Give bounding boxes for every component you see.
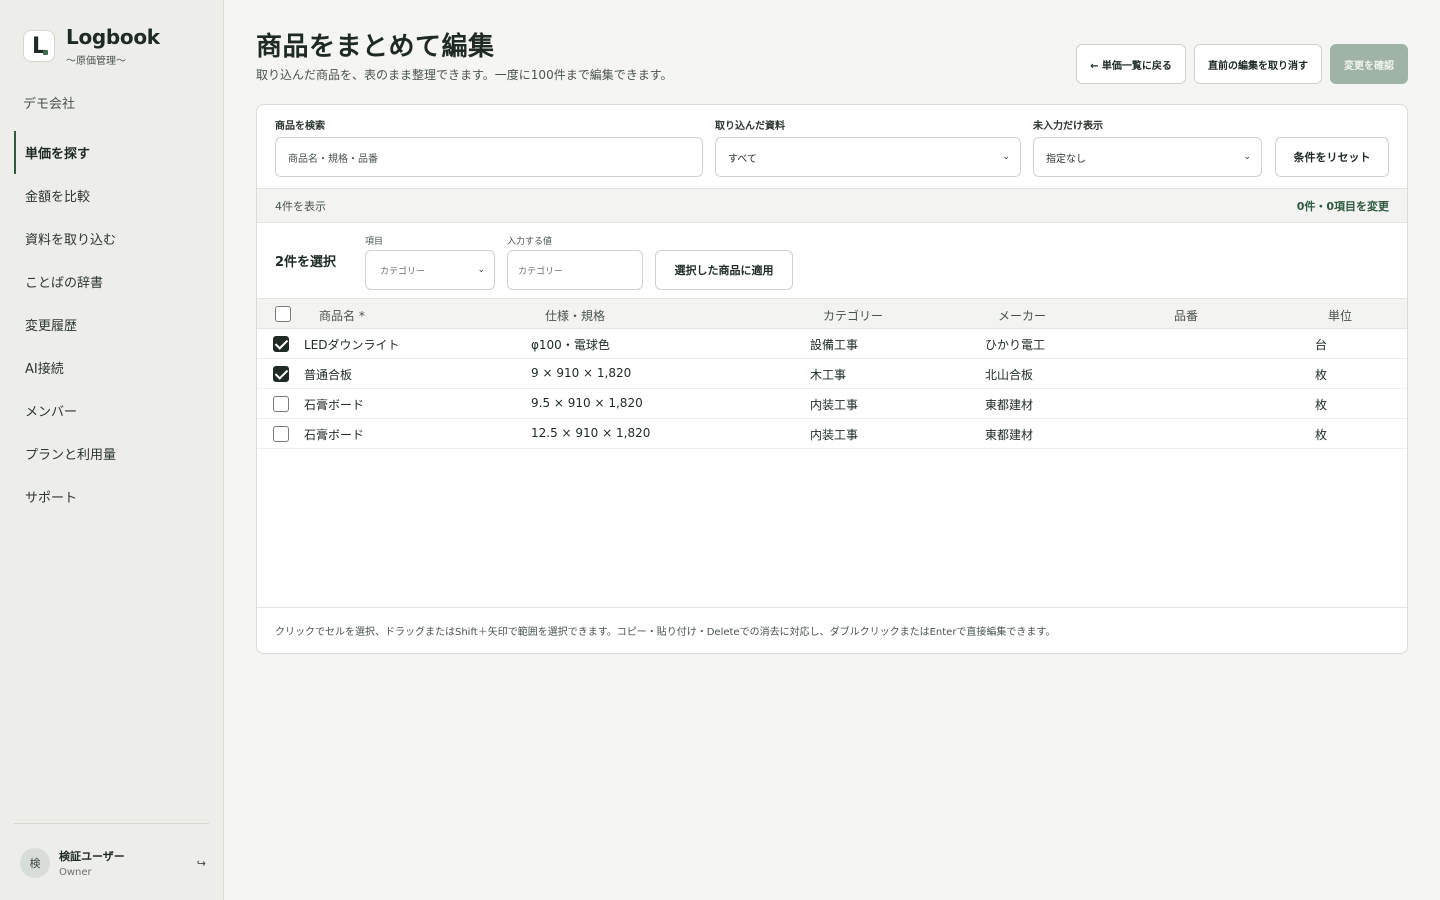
row-checkbox[interactable] <box>273 396 289 412</box>
sidebar-divider <box>14 823 209 824</box>
user-menu[interactable]: 検 検証ユーザー Owner ↪ <box>20 848 206 878</box>
col-header-unit[interactable]: 単位 <box>1328 307 1352 324</box>
confirm-changes-button[interactable]: 変更を確認 <box>1330 44 1408 84</box>
sidebar-item-compare[interactable]: 金額を比較 <box>14 174 210 217</box>
col-header-part-no[interactable]: 品番 <box>1174 307 1198 324</box>
keyboard-hint: クリックでセルを選択、ドラッグまたはShift＋矢印で範囲を選択できます。コピー… <box>257 607 1407 653</box>
sidebar: L Logbook 〜原価管理〜 デモ会社 単価を探す 金額を比較 資料を取り込… <box>0 0 224 900</box>
change-count: 0件・0項目を変更 <box>1296 199 1389 213</box>
search-label: 商品を検索 <box>275 121 325 132</box>
cell-spec[interactable]: 12.5 × 910 × 1,820 <box>531 426 650 440</box>
sidebar-item-ai[interactable]: AI接続 <box>14 346 210 389</box>
col-header-name[interactable]: 商品名 * <box>319 307 365 324</box>
app-subtitle: 〜原価管理〜 <box>66 56 126 67</box>
cell-maker[interactable]: 東都建材 <box>985 426 1033 443</box>
cell-name[interactable]: 普通合板 <box>304 366 352 383</box>
sidebar-item-import[interactable]: 資料を取り込む <box>14 217 210 260</box>
chevron-down-icon: ⌄ <box>477 265 485 275</box>
bulk-apply-bar: 2件を選択 項目 カテゴリー ⌄ 入力する値 カテゴリー 選択した商品に適用 <box>257 223 1407 299</box>
table-row[interactable]: 石膏ボード 9.5 × 910 × 1,820 内装工事 東都建材 枚 <box>257 389 1407 419</box>
row-checkbox[interactable] <box>273 366 289 382</box>
select-all-checkbox[interactable] <box>275 306 291 322</box>
sidebar-item-dictionary[interactable]: ことばの辞書 <box>14 260 210 303</box>
header-actions: ← 単価一覧に戻る 直前の編集を取り消す 変更を確認 <box>1076 44 1408 84</box>
logo-mark-icon: L <box>23 30 55 62</box>
cell-unit[interactable]: 台 <box>1315 336 1327 353</box>
value-label: 入力する値 <box>507 237 553 247</box>
sidebar-item-history[interactable]: 変更履歴 <box>14 303 210 346</box>
cell-category[interactable]: 木工事 <box>810 366 846 383</box>
user-role: Owner <box>59 867 92 878</box>
field-select-value: カテゴリー <box>380 266 426 277</box>
chevron-down-icon: ⌄ <box>1002 152 1010 162</box>
value-input[interactable]: カテゴリー <box>507 250 643 290</box>
cell-category[interactable]: 内装工事 <box>810 426 858 443</box>
company-name: デモ会社 <box>23 97 76 112</box>
cell-spec[interactable]: 9.5 × 910 × 1,820 <box>531 396 643 410</box>
cell-name[interactable]: LEDダウンライト <box>304 336 400 353</box>
empty-only-select[interactable]: 指定なし ⌄ <box>1033 137 1262 177</box>
cell-category[interactable]: 設備工事 <box>810 336 858 353</box>
cell-spec[interactable]: 9 × 910 × 1,820 <box>531 366 631 380</box>
filter-bar: 商品を検索 商品名・規格・品番 取り込んだ資料 すべて ⌄ 未入力だけ表示 指定… <box>275 117 1389 179</box>
empty-only-select-value: 指定なし <box>1046 153 1086 165</box>
source-select[interactable]: すべて ⌄ <box>715 137 1021 177</box>
back-to-list-button[interactable]: ← 単価一覧に戻る <box>1076 44 1186 84</box>
search-input[interactable]: 商品名・規格・品番 <box>275 137 703 177</box>
sidebar-item-members[interactable]: メンバー <box>14 389 210 432</box>
field-select[interactable]: カテゴリー ⌄ <box>365 250 495 290</box>
cell-name[interactable]: 石膏ボード <box>304 426 364 443</box>
cell-unit[interactable]: 枚 <box>1315 426 1327 443</box>
table-row[interactable]: 普通合板 9 × 910 × 1,820 木工事 北山合板 枚 <box>257 359 1407 389</box>
cell-category[interactable]: 内装工事 <box>810 396 858 413</box>
selected-count: 2件を選択 <box>275 255 337 270</box>
empty-only-label: 未入力だけ表示 <box>1033 121 1103 132</box>
row-checkbox[interactable] <box>273 426 289 442</box>
sidebar-item-plan[interactable]: プランと利用量 <box>14 432 210 475</box>
shown-count: 4件を表示 <box>275 199 326 213</box>
product-table: 商品名 * 仕様・規格 カテゴリー メーカー 品番 単位 LEDダウンライト φ… <box>257 299 1407 449</box>
field-label: 項目 <box>365 237 384 247</box>
col-header-category[interactable]: カテゴリー <box>823 307 883 324</box>
cell-unit[interactable]: 枚 <box>1315 366 1327 383</box>
reset-filters-button[interactable]: 条件をリセット <box>1275 137 1389 177</box>
page-title: 商品をまとめて編集 <box>256 32 495 62</box>
table-row[interactable]: LEDダウンライト φ100・電球色 設備工事 ひかり電工 台 <box>257 329 1407 359</box>
table-row[interactable]: 石膏ボード 12.5 × 910 × 1,820 内装工事 東都建材 枚 <box>257 419 1407 449</box>
cell-spec[interactable]: φ100・電球色 <box>531 336 610 353</box>
table-header: 商品名 * 仕様・規格 カテゴリー メーカー 品番 単位 <box>257 299 1407 329</box>
app-name: Logbook <box>66 25 160 49</box>
sidebar-nav: 単価を探す 金額を比較 資料を取り込む ことばの辞書 変更履歴 AI接続 メンバ… <box>14 131 210 518</box>
row-checkbox[interactable] <box>273 336 289 352</box>
user-name: 検証ユーザー <box>59 850 125 863</box>
bulk-edit-card: 商品を検索 商品名・規格・品番 取り込んだ資料 すべて ⌄ 未入力だけ表示 指定… <box>256 104 1408 654</box>
col-header-maker[interactable]: メーカー <box>998 307 1046 324</box>
col-header-spec[interactable]: 仕様・規格 <box>545 307 605 324</box>
sidebar-item-support[interactable]: サポート <box>14 475 210 518</box>
cell-maker[interactable]: 北山合板 <box>985 366 1033 383</box>
logout-icon[interactable]: ↪ <box>197 857 206 870</box>
apply-to-selected-button[interactable]: 選択した商品に適用 <box>655 250 793 290</box>
cell-maker[interactable]: ひかり電工 <box>985 336 1045 353</box>
status-bar: 4件を表示 0件・0項目を変更 <box>257 188 1407 223</box>
avatar: 検 <box>20 848 50 878</box>
sidebar-item-search-prices[interactable]: 単価を探す <box>14 131 210 174</box>
app-logo[interactable]: L Logbook 〜原価管理〜 <box>23 26 160 67</box>
chevron-down-icon: ⌄ <box>1243 152 1251 162</box>
cell-name[interactable]: 石膏ボード <box>304 396 364 413</box>
undo-button[interactable]: 直前の編集を取り消す <box>1194 44 1322 84</box>
cell-maker[interactable]: 東都建材 <box>985 396 1033 413</box>
cell-unit[interactable]: 枚 <box>1315 396 1327 413</box>
page-description: 取り込んだ商品を、表のまま整理できます。一度に100件まで編集できます。 <box>256 68 673 82</box>
source-select-value: すべて <box>728 153 757 165</box>
source-label: 取り込んだ資料 <box>715 121 785 132</box>
